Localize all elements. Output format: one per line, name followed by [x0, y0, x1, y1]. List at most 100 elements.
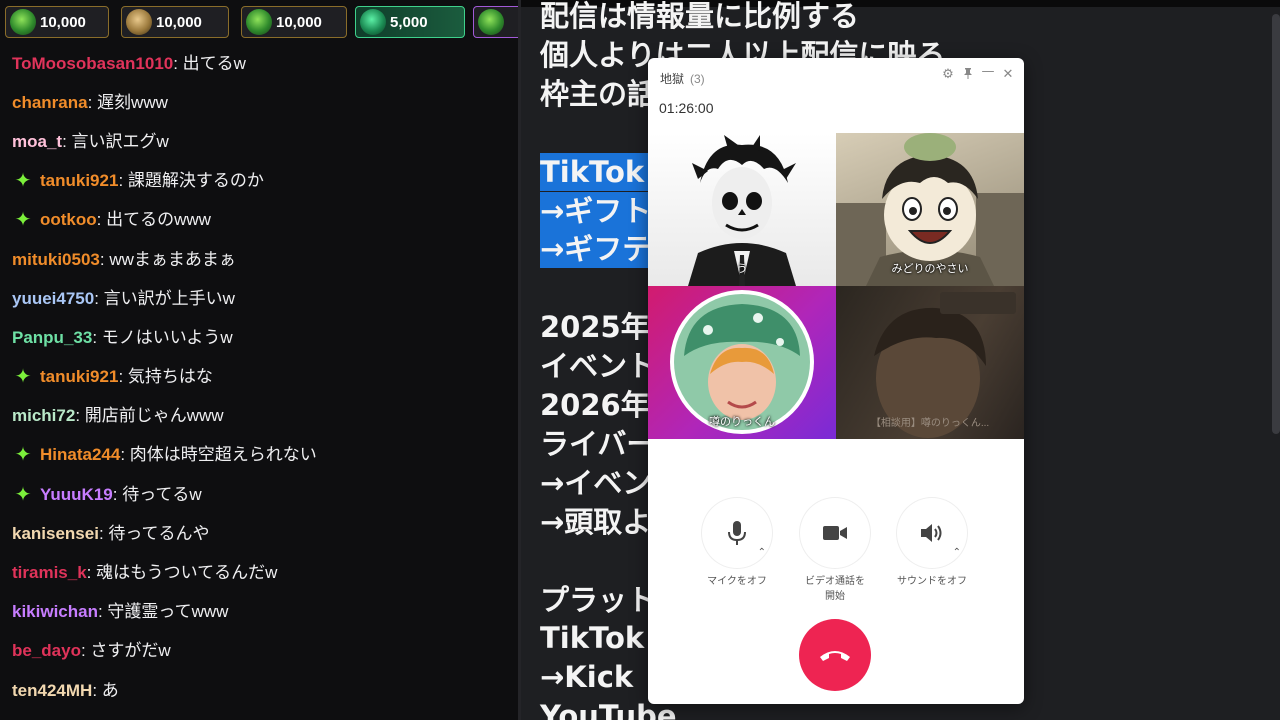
- chat-message: ✦ ootkoo: 出てるのwww: [0, 201, 518, 240]
- chat-username[interactable]: yuuei4750: [12, 286, 94, 312]
- chevron-up-icon[interactable]: ⌃: [758, 547, 766, 558]
- chat-username[interactable]: mituki0503: [12, 247, 100, 273]
- mic-label: マイクをオフ: [707, 576, 767, 587]
- microphone-icon: [728, 521, 746, 545]
- chat-text: : 出てるのwww: [96, 210, 211, 230]
- participant-name: 【相談用】噂のりっくん...: [870, 418, 990, 429]
- call-window: 地獄 (3) ⚙ — ✕ 01:26:00 う みどりのやさい 噂のりっくん 【…: [648, 58, 1024, 704]
- sparkle-badge-icon: ✦: [14, 444, 32, 467]
- chat-text: : 待ってるw: [112, 484, 202, 504]
- sound-toggle-button[interactable]: ⌃: [897, 498, 967, 568]
- gift-avatar-icon: [246, 9, 272, 35]
- gift-avatar-icon: [126, 9, 152, 35]
- sparkle-badge-icon: ✦: [14, 209, 32, 232]
- participant-tile[interactable]: う: [648, 133, 836, 286]
- chat-username[interactable]: tanuki921: [40, 168, 118, 194]
- chat-username[interactable]: ten424MH: [12, 678, 92, 704]
- note-line: TikTok: [540, 152, 649, 191]
- gift-chip[interactable]: 10,000: [121, 6, 229, 38]
- chat-message: ten424MH: あ: [0, 671, 518, 710]
- gift-chip[interactable]: 5,000: [355, 6, 465, 38]
- video-label-line2: 開始: [825, 591, 845, 602]
- mic-control[interactable]: ⌃ マイクをオフ: [701, 498, 773, 589]
- participant-name: 噂のりっくん: [709, 416, 775, 428]
- chat-username[interactable]: kikiwichan: [12, 599, 98, 625]
- chat-message: erika3423: 守護霊www: [0, 710, 518, 720]
- close-icon[interactable]: ✕: [1000, 67, 1016, 82]
- chat-username[interactable]: michi72: [12, 403, 75, 429]
- sound-control[interactable]: ⌃ サウンドをオフ: [896, 498, 968, 589]
- gift-count: 10,000: [276, 13, 322, 31]
- settings-gear-icon[interactable]: ⚙: [940, 67, 956, 82]
- chat-message: ✦ YuuuK19: 待ってるw: [0, 475, 518, 514]
- participant-grid: う みどりのやさい 噂のりっくん 【相談用】噂のりっくん...: [648, 133, 1024, 440]
- call-title: 地獄 (3): [660, 70, 705, 87]
- chat-username[interactable]: ToMoosobasan1010: [12, 51, 173, 77]
- chat-message: moa_t: 言い訳エグw: [0, 122, 518, 161]
- pin-icon[interactable]: [960, 67, 976, 83]
- video-toggle-button[interactable]: [800, 498, 870, 568]
- chat-text: : wwまぁまあまぁ: [99, 249, 236, 269]
- sparkle-badge-icon: ✦: [14, 366, 32, 389]
- gift-leaderboard: 10,000 10,000 10,000 5,000: [0, 0, 518, 44]
- chat-message-list: ToMoosobasan1010: 出てるw chanrana: 遅刻www moa…: [0, 44, 518, 720]
- participant-name: みどりのやさい: [891, 263, 969, 275]
- chat-message: ✦ tanuki921: 気持ちはな: [0, 358, 518, 397]
- minimize-icon[interactable]: —: [980, 64, 996, 79]
- chat-text: : 課題解決するのか: [118, 171, 264, 191]
- gift-avatar-icon: [10, 9, 36, 35]
- chat-text: : 言い訳が上手いw: [94, 288, 235, 308]
- note-line: 配信は情報量に比例する: [540, 0, 860, 33]
- chat-message: ✦ Hinata244: 肉体は時空超えられない: [0, 436, 518, 475]
- chat-username[interactable]: moa_t: [12, 129, 62, 155]
- chat-message: yuuei4750: 言い訳が上手いw: [0, 279, 518, 318]
- chat-text: : モノはいいようw: [92, 327, 233, 347]
- gift-count: 10,000: [40, 13, 86, 31]
- participant-tile[interactable]: みどりのやさい: [836, 133, 1024, 286]
- chat-message: michi72: 開店前じゃんwww: [0, 397, 518, 436]
- chat-message: mituki0503: wwまぁまあまぁ: [0, 240, 518, 279]
- chat-text: : 待ってるんや: [98, 523, 210, 543]
- gift-chip[interactable]: 10,000: [5, 6, 109, 38]
- chat-username[interactable]: tiramis_k: [12, 560, 87, 586]
- chat-username[interactable]: chanrana: [12, 90, 88, 116]
- video-control[interactable]: ビデオ通話を 開始: [799, 498, 871, 604]
- call-group-name: 地獄: [660, 72, 685, 86]
- gift-count: 10,000: [156, 13, 202, 31]
- speaker-icon: [921, 524, 942, 542]
- chat-message: tiramis_k: 魂はもうついてるんだw: [0, 553, 518, 592]
- note-line: 2025年: [540, 310, 650, 345]
- chevron-up-icon[interactable]: ⌃: [953, 547, 961, 558]
- chat-text: : あ: [92, 680, 119, 700]
- note-line: プラット: [540, 582, 657, 617]
- chat-text: : 守護霊ってwww: [97, 602, 229, 622]
- chat-username[interactable]: kanisensei: [12, 521, 99, 547]
- sparkle-badge-icon: ✦: [14, 483, 32, 506]
- chat-username[interactable]: tanuki921: [40, 364, 118, 390]
- chat-username[interactable]: Panpu_33: [12, 325, 92, 351]
- note-line: 2026年: [540, 388, 650, 422]
- participant-tile[interactable]: 【相談用】噂のりっくん...: [836, 286, 1024, 439]
- chat-message: kikiwichan: 守護霊ってwww: [0, 593, 518, 632]
- chat-text: : 肉体は時空超えられない: [120, 445, 317, 465]
- gift-count: 5,000: [390, 13, 428, 31]
- participant-tile[interactable]: 噂のりっくん: [648, 286, 836, 439]
- call-timer: 01:26:00: [659, 100, 714, 116]
- chat-username[interactable]: Hinata244: [40, 442, 120, 468]
- gift-avatar-icon: [360, 9, 386, 35]
- participant-count: (3): [690, 72, 705, 86]
- chat-message: Panpu_33: モノはいいようw: [0, 318, 518, 357]
- chat-message: ✦ tanuki921: 課題解決するのか: [0, 162, 518, 201]
- gift-chip[interactable]: [473, 6, 518, 38]
- mic-toggle-button[interactable]: ⌃: [702, 498, 772, 568]
- chat-username[interactable]: YuuuK19: [40, 482, 113, 508]
- gift-chip[interactable]: 10,000: [241, 6, 347, 38]
- chat-text: : 出てるw: [173, 53, 246, 73]
- hang-up-button[interactable]: [799, 619, 871, 691]
- notes-scrollbar[interactable]: [1272, 14, 1280, 434]
- chat-message: chanrana: 遅刻www: [0, 83, 518, 122]
- chat-username[interactable]: ootkoo: [40, 207, 97, 233]
- video-camera-icon: [823, 526, 847, 540]
- chat-username[interactable]: be_dayo: [12, 638, 81, 664]
- chat-text: : 魂はもうついてるんだw: [86, 563, 278, 583]
